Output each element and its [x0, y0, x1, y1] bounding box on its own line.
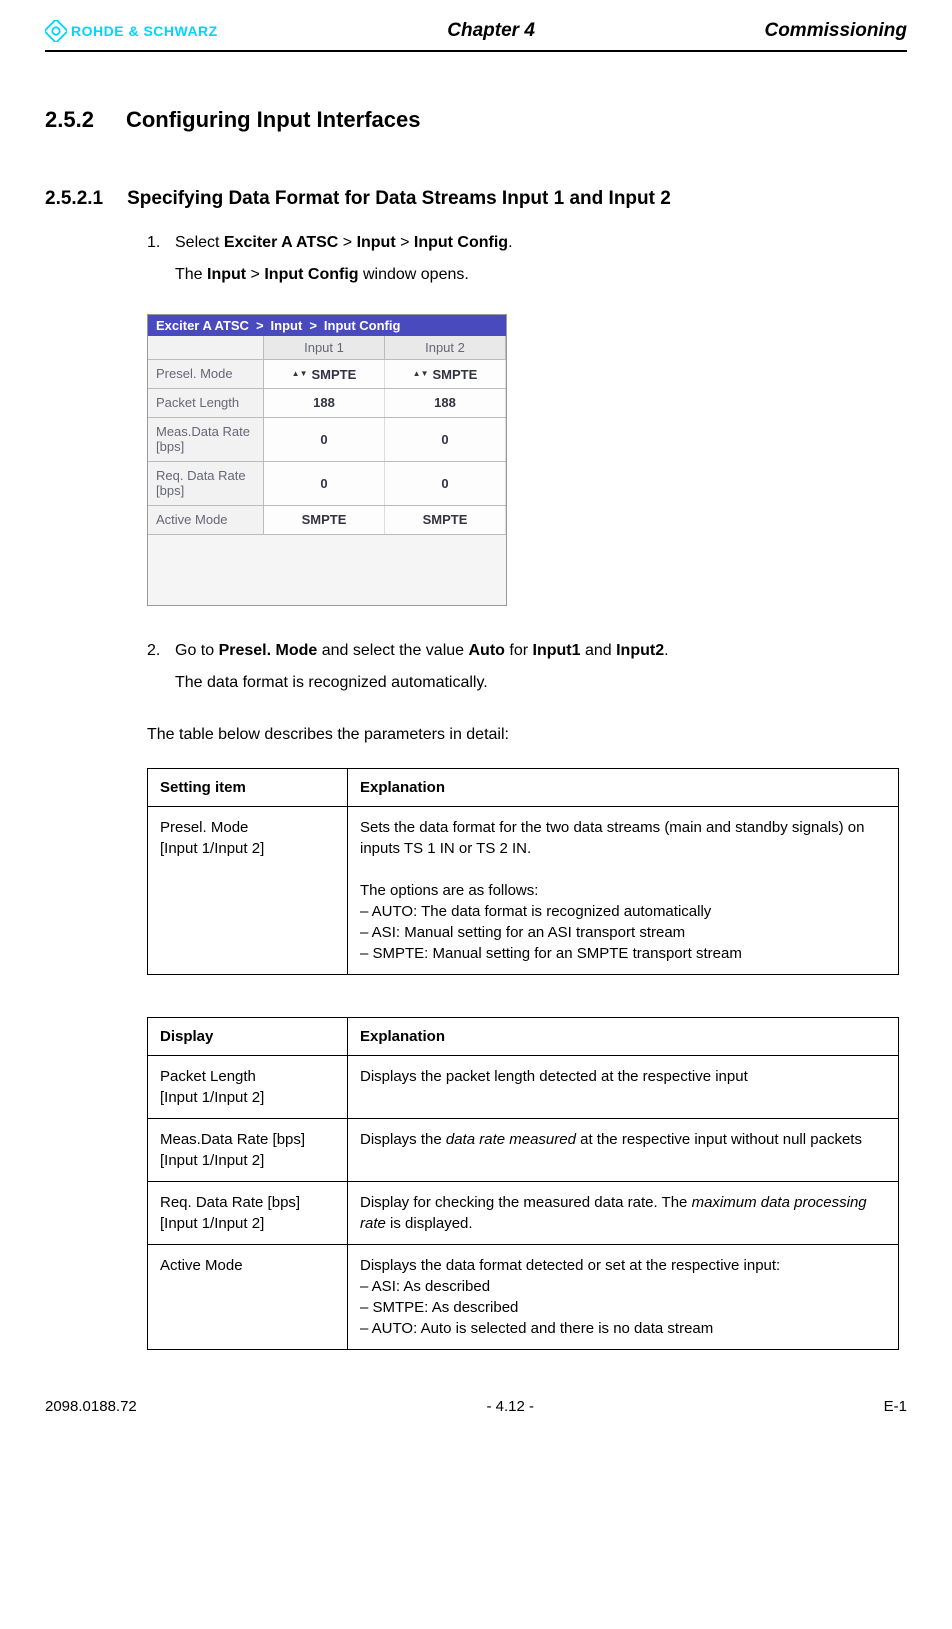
- th-explanation: Explanation: [348, 769, 899, 807]
- column-headers: Input 1 Input 2: [148, 336, 506, 360]
- th-explanation: Explanation: [348, 1018, 899, 1056]
- cell-explanation: Displays the packet length detected at t…: [348, 1056, 899, 1119]
- section-number: 2.5.2: [45, 107, 94, 133]
- col-header-input2: Input 2: [385, 336, 506, 360]
- step-2-sub: The data format is recognized automatica…: [175, 674, 907, 692]
- display-table: Display Explanation Packet Length [Input…: [147, 1017, 899, 1350]
- table-row: Presel. Mode [Input 1/Input 2] Sets the …: [148, 807, 899, 975]
- row-meas-data-rate: Meas.Data Rate [bps] 0 0: [148, 418, 506, 462]
- packet-length-input2: 188: [385, 389, 506, 417]
- cell-display: Active Mode: [148, 1245, 348, 1350]
- row-label: Meas.Data Rate [bps]: [148, 418, 264, 461]
- meas-data-rate-input1: 0: [264, 418, 385, 461]
- chapter-label: Chapter 4: [218, 20, 765, 42]
- logo-text: ROHDE & SCHWARZ: [71, 23, 218, 39]
- col-header-input1: Input 1: [264, 336, 385, 360]
- logo-icon: [45, 20, 67, 42]
- row-label: Presel. Mode: [148, 360, 264, 388]
- req-data-rate-input1: 0: [264, 462, 385, 505]
- step-marker: 1.: [147, 232, 165, 254]
- step-1-sub: The Input > Input Config window opens.: [175, 266, 907, 284]
- presel-mode-input1[interactable]: ▲▼SMPTE: [264, 360, 385, 388]
- table-row: Packet Length [Input 1/Input 2] Displays…: [148, 1056, 899, 1119]
- packet-length-input1: 188: [264, 389, 385, 417]
- row-label: Active Mode: [148, 506, 264, 534]
- th-display: Display: [148, 1018, 348, 1056]
- step-text: Go to Presel. Mode and select the value …: [175, 640, 669, 662]
- spinner-icon: ▲▼: [413, 371, 429, 377]
- settings-table: Setting item Explanation Presel. Mode [I…: [147, 768, 899, 975]
- subsection-heading: 2.5.2.1 Specifying Data Format for Data …: [45, 188, 907, 210]
- cell-explanation: Displays the data rate measured at the r…: [348, 1119, 899, 1182]
- row-label: Req. Data Rate [bps]: [148, 462, 264, 505]
- footer-center: - 4.12 -: [486, 1398, 534, 1415]
- row-active-mode: Active Mode SMPTE SMPTE: [148, 506, 506, 535]
- titlebar: Exciter A ATSC > Input > Input Config: [148, 315, 506, 336]
- subsection-title: Specifying Data Format for Data Streams …: [127, 188, 671, 210]
- meas-data-rate-input2: 0: [385, 418, 506, 461]
- header-title: Commissioning: [764, 20, 907, 42]
- row-presel-mode: Presel. Mode ▲▼SMPTE ▲▼SMPTE: [148, 360, 506, 389]
- logo: ROHDE & SCHWARZ: [45, 20, 218, 42]
- th-setting-item: Setting item: [148, 769, 348, 807]
- table-intro: The table below describes the parameters…: [147, 724, 907, 746]
- step-marker: 2.: [147, 640, 165, 662]
- step-text: Select Exciter A ATSC > Input > Input Co…: [175, 232, 513, 254]
- step-1: 1. Select Exciter A ATSC > Input > Input…: [147, 232, 907, 254]
- input-config-screenshot: Exciter A ATSC > Input > Input Config In…: [147, 314, 507, 605]
- req-data-rate-input2: 0: [385, 462, 506, 505]
- row-packet-length: Packet Length 188 188: [148, 389, 506, 418]
- section-heading: 2.5.2 Configuring Input Interfaces: [45, 107, 907, 133]
- table-row: Meas.Data Rate [bps] [Input 1/Input 2] D…: [148, 1119, 899, 1182]
- table-row: Req. Data Rate [bps] [Input 1/Input 2] D…: [148, 1182, 899, 1245]
- footer-right: E-1: [884, 1398, 907, 1415]
- row-req-data-rate: Req. Data Rate [bps] 0 0: [148, 462, 506, 506]
- cell-explanation: Displays the data format detected or set…: [348, 1245, 899, 1350]
- spinner-icon: ▲▼: [292, 371, 308, 377]
- section-title: Configuring Input Interfaces: [126, 107, 421, 133]
- row-label: Packet Length: [148, 389, 264, 417]
- empty-area: [148, 535, 506, 605]
- cell-display: Req. Data Rate [bps] [Input 1/Input 2]: [148, 1182, 348, 1245]
- cell-explanation: Sets the data format for the two data st…: [348, 807, 899, 975]
- cell-explanation: Display for checking the measured data r…: [348, 1182, 899, 1245]
- page-footer: 2098.0188.72 - 4.12 - E-1: [45, 1398, 907, 1415]
- cell-setting: Presel. Mode [Input 1/Input 2]: [148, 807, 348, 975]
- active-mode-input2: SMPTE: [385, 506, 506, 534]
- subsection-number: 2.5.2.1: [45, 188, 103, 210]
- table-row: Active Mode Displays the data format det…: [148, 1245, 899, 1350]
- presel-mode-input2[interactable]: ▲▼SMPTE: [385, 360, 506, 388]
- cell-display: Meas.Data Rate [bps] [Input 1/Input 2]: [148, 1119, 348, 1182]
- step-2: 2. Go to Presel. Mode and select the val…: [147, 640, 907, 662]
- footer-left: 2098.0188.72: [45, 1398, 137, 1415]
- cell-display: Packet Length [Input 1/Input 2]: [148, 1056, 348, 1119]
- active-mode-input1: SMPTE: [264, 506, 385, 534]
- page-header: ROHDE & SCHWARZ Chapter 4 Commissioning: [45, 20, 907, 52]
